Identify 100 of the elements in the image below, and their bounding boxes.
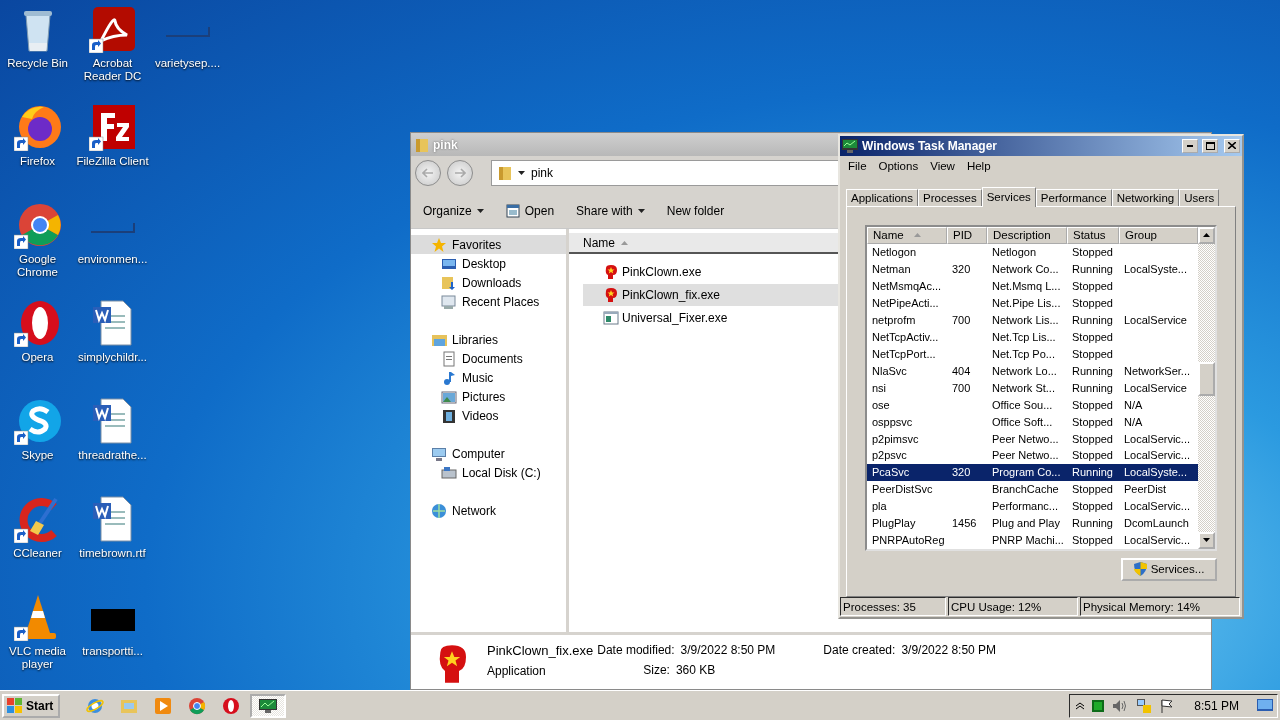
table-cell-text: Plug and Play xyxy=(991,517,1061,530)
table-cell-text: p2psvc xyxy=(871,449,908,462)
table-cell-text: Stopped xyxy=(1071,449,1114,462)
table-cell-text: Running xyxy=(1071,364,1114,377)
details-label: Date created: xyxy=(823,643,896,657)
table-cell-text: Program Co... xyxy=(991,466,1062,479)
table-cell-text: netprofm xyxy=(871,313,917,326)
table-cell-text: Net.Pipe Lis... xyxy=(991,296,1062,309)
table-cell-text: osppsvc xyxy=(871,415,914,428)
table-cell-text: Network Lis... xyxy=(991,313,1060,326)
table-cell-text: Running xyxy=(1071,466,1114,479)
table-cell-text: LocalServic... xyxy=(1123,432,1192,445)
details-label: Size: xyxy=(643,663,670,677)
table-cell-text: ose xyxy=(871,398,891,411)
file-name: Universal_Fixer.exe xyxy=(622,311,728,325)
nav-label: Pictures xyxy=(462,389,506,404)
nav-label: Network xyxy=(452,503,496,518)
table-cell-text: NlaSvc xyxy=(871,364,908,377)
table-cell-text: Net.Tcp Lis... xyxy=(991,330,1057,343)
table-cell-text: Stopped xyxy=(1071,279,1114,292)
table-cell-text: LocalServic... xyxy=(1123,534,1192,547)
window-title: pink xyxy=(433,137,458,152)
table-cell-text: Stopped xyxy=(1071,534,1114,547)
table-cell-text: 320 xyxy=(951,466,972,479)
table-cell-text: Stopped xyxy=(1071,246,1114,259)
table-cell-text: Netman xyxy=(871,263,912,275)
table-cell-text: Stopped xyxy=(1071,483,1114,496)
table-cell-text: p2pimsvc xyxy=(871,432,920,445)
nav-label: Desktop xyxy=(462,256,507,271)
table-cell-text: NetPipeActi... xyxy=(871,296,940,309)
status-text: Processes: 35 xyxy=(840,597,946,616)
details-value: 3/9/2022 8:50 PM xyxy=(680,643,776,657)
table-cell-text: pla xyxy=(871,500,888,513)
table-cell-text: PNRPAutoReg xyxy=(871,534,946,547)
table-cell-text: NetMsmqAc... xyxy=(871,279,943,292)
table-cell-text: LocalSyste... xyxy=(1123,466,1188,479)
details-value: 360 KB xyxy=(675,663,716,677)
table-cell-text: Netlogon xyxy=(991,246,1038,259)
window-title: Windows Task Manager xyxy=(862,138,999,153)
table-cell-text: 1456 xyxy=(951,517,978,530)
nav-label: Music xyxy=(462,370,494,385)
table-cell-text: Net.Msmq L... xyxy=(991,279,1062,292)
table-cell-text: Running xyxy=(1071,263,1114,275)
nav-label: Libraries xyxy=(452,332,499,347)
status-text: CPU Usage: 12% xyxy=(948,597,1078,616)
table-cell-text: PNRP Machi... xyxy=(991,534,1065,547)
details-label: Date modified: xyxy=(597,643,675,657)
table-cell-text: PeerDist xyxy=(1123,483,1168,496)
table-cell-text: Stopped xyxy=(1071,398,1114,411)
table-cell-text: DcomLaunch xyxy=(1123,517,1190,530)
table-cell-text: Running xyxy=(1071,381,1114,394)
table-cell-text: BranchCache xyxy=(991,483,1060,496)
table-cell-text: PcaSvc xyxy=(871,466,911,479)
table-cell-text: LocalSyste... xyxy=(1123,263,1188,275)
table-cell-text: PlugPlay xyxy=(871,517,917,530)
nav-label: Favorites xyxy=(452,237,502,252)
table-cell-text: LocalService xyxy=(1123,313,1188,326)
table-cell-text: Netlogon xyxy=(871,246,918,259)
nav-label: Videos xyxy=(462,408,499,423)
table-cell-text: Stopped xyxy=(1071,296,1114,309)
table-cell-text: Running xyxy=(1071,517,1114,530)
table-cell-text: LocalServic... xyxy=(1123,449,1192,462)
table-cell-text: 700 xyxy=(951,313,972,326)
table-cell-text: Office Soft... xyxy=(991,415,1054,428)
table-cell-text: Peer Netwo... xyxy=(991,449,1060,462)
table-cell-text: NetTcpPort... xyxy=(871,347,937,360)
nav-label: Recent Places xyxy=(462,294,540,309)
address-text: pink xyxy=(531,166,553,180)
table-cell-text: N/A xyxy=(1123,415,1144,428)
table-cell-text: nsi xyxy=(871,381,888,394)
table-cell-text: Stopped xyxy=(1071,347,1114,360)
file-name: PinkClown_fix.exe xyxy=(622,288,721,302)
table-cell-text: Stopped xyxy=(1071,500,1114,513)
table-cell-text: 700 xyxy=(951,381,972,394)
table-cell-text: Running xyxy=(1071,313,1114,326)
table-cell-text: Office Sou... xyxy=(991,398,1054,411)
table-cell-text: PeerDistSvc xyxy=(871,483,934,496)
table-cell-text: Stopped xyxy=(1071,432,1114,445)
nav-label: Downloads xyxy=(462,275,522,290)
table-cell-text: Network Lo... xyxy=(991,364,1058,377)
details-value: 3/9/2022 8:50 PM xyxy=(901,643,997,657)
table-cell-text: Network St... xyxy=(991,381,1056,394)
table-cell-text: Net.Tcp Po... xyxy=(991,347,1056,360)
details-file-type: Application xyxy=(487,664,547,678)
file-name: PinkClown.exe xyxy=(622,265,702,279)
details-file-name: PinkClown_fix.exe xyxy=(487,643,594,658)
table-cell-text: Performanc... xyxy=(991,500,1060,513)
table-cell-text: Peer Netwo... xyxy=(991,432,1060,445)
table-cell-text: LocalService xyxy=(1123,381,1188,394)
nav-label: Computer xyxy=(452,446,505,461)
table-cell-text: 320 xyxy=(951,263,972,275)
nav-label: Documents xyxy=(462,351,523,366)
status-text: Physical Memory: 14% xyxy=(1080,597,1240,616)
table-cell-text: NetworkSer... xyxy=(1123,364,1192,377)
table-cell-text: NetTcpActiv... xyxy=(871,330,940,343)
table-cell-text: N/A xyxy=(1123,398,1144,411)
table-cell-text: Stopped xyxy=(1071,330,1114,343)
table-cell-text: Network Co... xyxy=(991,263,1060,275)
table-cell-text: 404 xyxy=(951,364,972,377)
table-cell-text: Stopped xyxy=(1071,415,1114,428)
